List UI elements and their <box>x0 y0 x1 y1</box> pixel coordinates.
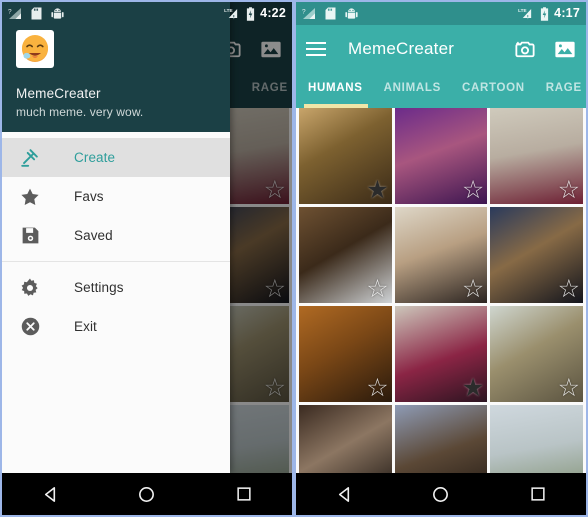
right-app-title: MemeCreater <box>348 39 455 58</box>
star-icon <box>18 185 42 209</box>
meme-tile[interactable]: ☆ <box>490 306 583 402</box>
battery-charging-icon <box>247 6 255 21</box>
nav-back-button[interactable] <box>24 473 76 515</box>
tab-cartoon[interactable]: CARTOON <box>462 73 536 108</box>
drawer-item-create[interactable]: Create <box>2 138 230 177</box>
left-status-right: LTE 4:22 <box>224 6 286 21</box>
hamburger-menu-icon[interactable] <box>306 42 326 56</box>
navigation-drawer: MemeCreater much meme. very wow. Create … <box>2 2 230 473</box>
drawer-item-exit[interactable]: Exit <box>2 307 230 346</box>
meme-tile[interactable]: ☆ <box>394 108 488 204</box>
lte-signal-warning-icon: LTE <box>518 8 532 20</box>
tab-humans[interactable]: HUMANS <box>304 73 374 108</box>
right-status-time: 4:17 <box>554 6 580 21</box>
nav-home-button[interactable] <box>415 473 467 515</box>
android-debug-icon <box>51 8 64 19</box>
left-phone-screen: MemeCreater HUMANS ANIMALS CARTOON RAGE <box>0 0 294 517</box>
left-status-bar: ? LTE 4:22 <box>2 2 292 25</box>
meme-tile[interactable]: ☆ <box>394 207 488 303</box>
nav-home-button[interactable] <box>121 473 173 515</box>
drawer-item-favs[interactable]: Favs <box>2 177 230 216</box>
drawer-divider <box>2 261 230 262</box>
right-status-right: LTE 4:17 <box>518 6 580 21</box>
app-logo-icon <box>16 30 54 68</box>
drawer-item-label: Exit <box>74 319 97 334</box>
drawer-item-label: Saved <box>74 228 113 243</box>
right-tabbar: HUMANS ANIMALS CARTOON RAGE <box>296 73 586 108</box>
right-meme-grid: ★ ☆ ☆ ☆ ☆ ☆ ☆ ★ ☆ ★ ☆ ☆ <box>296 108 586 473</box>
meme-tile[interactable]: ★ <box>299 405 392 473</box>
meme-tile[interactable]: ☆ <box>299 306 392 402</box>
drawer-item-label: Favs <box>74 189 104 204</box>
gear-icon <box>18 276 42 300</box>
nav-recents-button[interactable] <box>512 473 564 515</box>
gavel-icon <box>18 146 42 170</box>
nav-back-button[interactable] <box>318 473 370 515</box>
nav-recents-button[interactable] <box>218 473 270 515</box>
right-status-icons: ? <box>302 7 358 20</box>
left-navigation-bar <box>2 473 292 515</box>
battery-charging-icon <box>541 6 549 21</box>
close-circle-icon <box>18 315 42 339</box>
add-photo-camera-icon[interactable] <box>514 39 536 59</box>
meme-tile[interactable]: ★ <box>394 306 488 402</box>
meme-tile[interactable]: ☆ <box>490 108 583 204</box>
svg-text:?: ? <box>8 9 12 16</box>
signal-question-icon: ? <box>302 8 315 19</box>
right-appbar: MemeCreater <box>296 25 586 73</box>
drawer-item-saved[interactable]: Saved <box>2 216 230 255</box>
tab-animals[interactable]: ANIMALS <box>384 73 452 108</box>
meme-tile[interactable]: ☆ <box>299 207 392 303</box>
meme-tile[interactable]: ☆ <box>394 405 488 473</box>
svg-text:LTE: LTE <box>224 8 232 13</box>
tab-rage[interactable]: RAGE <box>546 73 586 108</box>
sd-card-icon <box>325 7 336 20</box>
drawer-item-list: Create Favs Saved Settings Exit <box>2 132 230 346</box>
sd-card-icon <box>31 7 42 20</box>
left-status-icons: ? <box>8 7 64 20</box>
svg-text:?: ? <box>302 9 306 16</box>
gallery-image-icon[interactable] <box>554 40 576 59</box>
right-status-bar: ? LTE 4:17 <box>296 2 586 25</box>
right-navigation-bar <box>296 473 586 515</box>
drawer-item-label: Settings <box>74 280 124 295</box>
drawer-item-settings[interactable]: Settings <box>2 268 230 307</box>
drawer-item-label: Create <box>74 150 116 165</box>
svg-text:LTE: LTE <box>518 8 526 13</box>
right-phone-screen: MemeCreater HUMANS ANIMALS CARTOON RAGE <box>294 0 588 517</box>
screenshot-root: MemeCreater HUMANS ANIMALS CARTOON RAGE <box>0 0 588 517</box>
meme-tile[interactable]: ☆ <box>490 405 583 473</box>
meme-tile[interactable]: ★ <box>299 108 392 204</box>
right-appbar-actions <box>514 39 576 59</box>
left-status-time: 4:22 <box>260 6 286 21</box>
signal-question-icon: ? <box>8 8 21 19</box>
drawer-app-tagline: much meme. very wow. <box>16 105 144 119</box>
drawer-app-name: MemeCreater <box>16 86 101 101</box>
lte-signal-warning-icon: LTE <box>224 8 238 20</box>
save-disk-icon <box>18 224 42 248</box>
meme-tile[interactable]: ☆ <box>490 207 583 303</box>
android-debug-icon <box>345 8 358 19</box>
